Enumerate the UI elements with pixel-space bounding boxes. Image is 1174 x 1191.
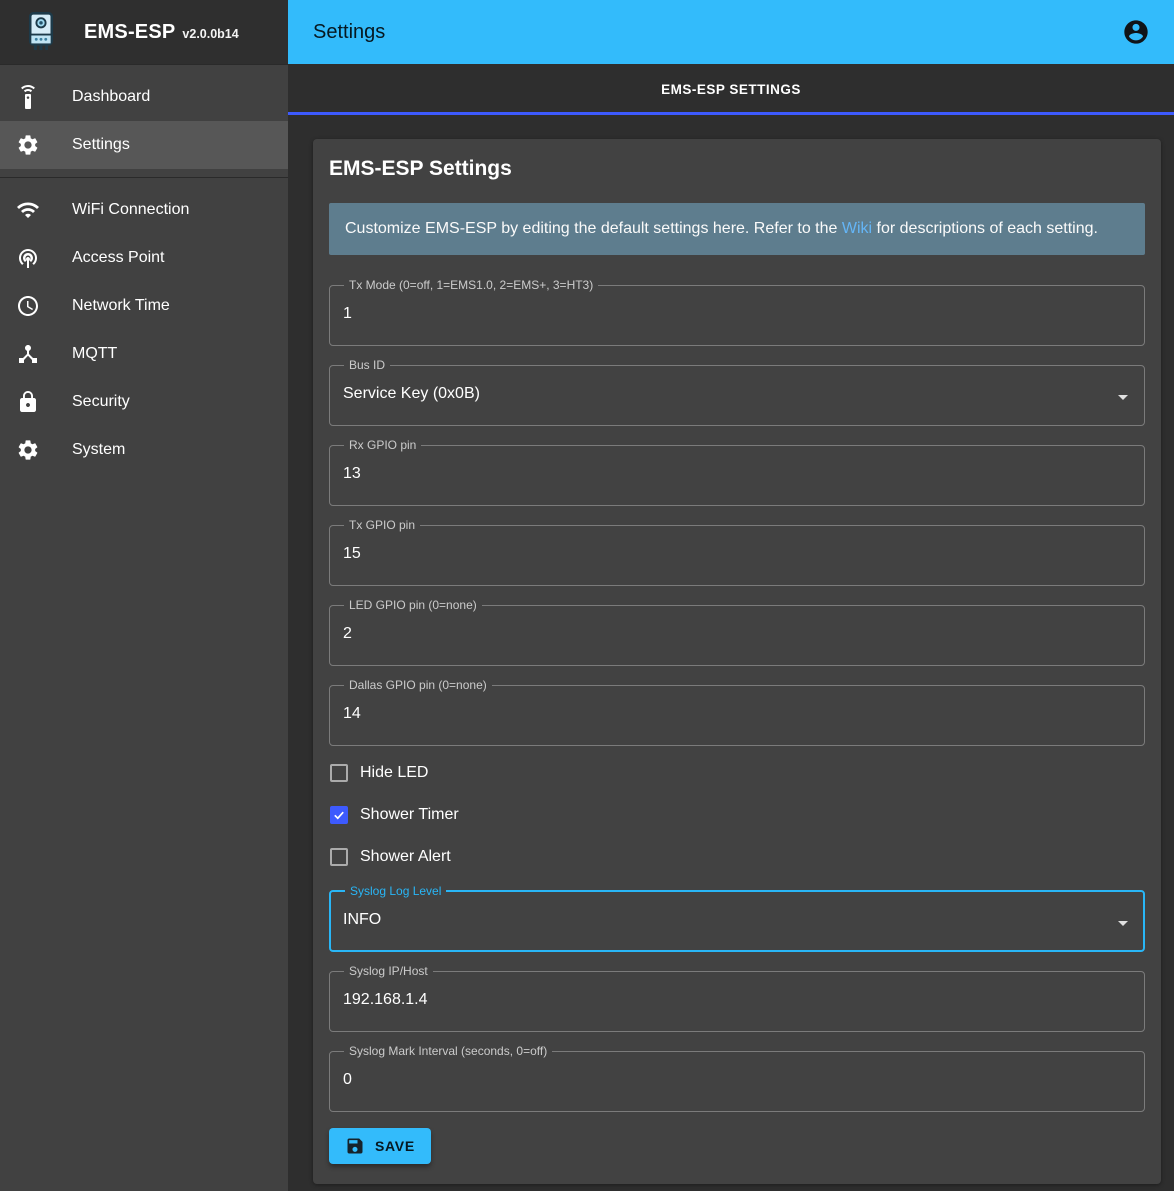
save-button[interactable]: SAVE	[329, 1128, 431, 1164]
rx-gpio-input[interactable]: 13	[343, 465, 1111, 483]
wifi-tethering-icon	[16, 246, 40, 270]
banner-text: Customize EMS-ESP by editing the default…	[345, 220, 842, 237]
field-tx-gpio: Tx GPIO pin 15	[329, 527, 1145, 586]
app-version: v2.0.0b14	[182, 27, 238, 41]
field-label: Tx Mode (0=off, 1=EMS1.0, 2=EMS+, 3=HT3)	[349, 278, 593, 292]
sidebar-item-label: Security	[72, 393, 130, 411]
sidebar-item-label: MQTT	[72, 345, 117, 363]
sidebar: EMS-ESP v2.0.0b14 Dashboard	[0, 0, 288, 1191]
brand: EMS-ESP v2.0.0b14	[84, 21, 239, 44]
shower-timer-checkbox-row[interactable]: Shower Timer	[329, 794, 1145, 836]
field-label: Dallas GPIO pin (0=none)	[349, 678, 487, 692]
field-label: Syslog Mark Interval (seconds, 0=off)	[349, 1044, 547, 1058]
sidebar-item-network-time[interactable]: Network Time	[0, 282, 288, 330]
field-bus-id: Bus ID Service Key (0x0B)	[329, 367, 1145, 426]
syslog-mark-interval-input[interactable]: 0	[343, 1071, 1111, 1089]
tx-gpio-input[interactable]: 15	[343, 545, 1111, 563]
app-root: EMS-ESP v2.0.0b14 Dashboard	[0, 0, 1174, 1191]
appbar: Settings	[288, 0, 1174, 64]
field-syslog-mark-interval: Syslog Mark Interval (seconds, 0=off) 0	[329, 1053, 1145, 1112]
main-content: Settings EMS-ESP SETTINGS EMS-ESP Settin…	[288, 0, 1174, 1191]
sidebar-item-label: Network Time	[72, 297, 170, 315]
settings-card: EMS-ESP Settings Customize EMS-ESP by ed…	[313, 139, 1161, 1184]
field-tx-mode: Tx Mode (0=off, 1=EMS1.0, 2=EMS+, 3=HT3)…	[329, 287, 1145, 346]
boiler-logo-icon	[22, 11, 60, 53]
field-label: Syslog IP/Host	[349, 964, 428, 978]
shower-alert-checkbox-row[interactable]: Shower Alert	[329, 836, 1145, 878]
sidebar-nav-network: WiFi Connection Access Point Network Tim…	[0, 178, 288, 482]
chevron-down-icon[interactable]	[1111, 385, 1135, 409]
field-label: Syslog Log Level	[350, 884, 441, 898]
bus-id-select[interactable]: Service Key (0x0B)	[343, 385, 1111, 403]
settings-remote-icon	[16, 85, 40, 109]
sidebar-header: EMS-ESP v2.0.0b14	[0, 0, 288, 64]
gear-icon	[16, 438, 40, 462]
checkbox-unchecked-icon[interactable]	[330, 848, 348, 866]
lock-icon	[16, 390, 40, 414]
app-name: EMS-ESP	[84, 21, 175, 44]
sidebar-item-label: Settings	[72, 136, 130, 154]
field-dallas-gpio: Dallas GPIO pin (0=none) 14	[329, 687, 1145, 746]
sidebar-item-mqtt[interactable]: MQTT	[0, 330, 288, 378]
wiki-link[interactable]: Wiki	[842, 220, 872, 237]
sidebar-item-label: Dashboard	[72, 88, 150, 106]
field-label: Rx GPIO pin	[349, 438, 416, 452]
wifi-icon	[16, 198, 40, 222]
field-label: Bus ID	[349, 358, 385, 372]
sidebar-item-wifi-connection[interactable]: WiFi Connection	[0, 186, 288, 234]
sidebar-item-dashboard[interactable]: Dashboard	[0, 73, 288, 121]
led-gpio-input[interactable]: 2	[343, 625, 1111, 643]
account-circle-icon	[1122, 18, 1150, 46]
syslog-ip-input[interactable]: 192.168.1.4	[343, 991, 1111, 1009]
tx-mode-input[interactable]: 1	[343, 305, 1111, 323]
page-body: EMS-ESP Settings Customize EMS-ESP by ed…	[288, 115, 1174, 1191]
info-banner: Customize EMS-ESP by editing the default…	[329, 203, 1145, 255]
dallas-gpio-input[interactable]: 14	[343, 705, 1111, 723]
sidebar-item-system[interactable]: System	[0, 426, 288, 474]
checkbox-unchecked-icon[interactable]	[330, 764, 348, 782]
checkbox-group: Hide LED Shower Timer Shower Alert	[329, 752, 1145, 878]
sidebar-item-access-point[interactable]: Access Point	[0, 234, 288, 282]
field-led-gpio: LED GPIO pin (0=none) 2	[329, 607, 1145, 666]
field-syslog-ip: Syslog IP/Host 192.168.1.4	[329, 973, 1145, 1032]
sidebar-item-label: Access Point	[72, 249, 164, 267]
field-syslog-log-level: Syslog Log Level INFO	[329, 893, 1145, 952]
syslog-log-level-select[interactable]: INFO	[343, 911, 1111, 929]
sidebar-item-security[interactable]: Security	[0, 378, 288, 426]
field-label: LED GPIO pin (0=none)	[349, 598, 477, 612]
save-button-label: SAVE	[375, 1138, 415, 1154]
hide-led-checkbox-row[interactable]: Hide LED	[329, 752, 1145, 794]
field-label: Tx GPIO pin	[349, 518, 415, 532]
sidebar-item-settings[interactable]: Settings	[0, 121, 288, 169]
checkbox-label: Shower Alert	[360, 848, 451, 866]
checkbox-label: Hide LED	[360, 764, 428, 782]
clock-icon	[16, 294, 40, 318]
device-hub-icon	[16, 342, 40, 366]
tab-ems-esp-settings[interactable]: EMS-ESP SETTINGS	[288, 66, 1174, 114]
checkbox-label: Shower Timer	[360, 806, 459, 824]
tabbar: EMS-ESP SETTINGS	[288, 64, 1174, 115]
chevron-down-icon[interactable]	[1111, 911, 1135, 935]
field-rx-gpio: Rx GPIO pin 13	[329, 447, 1145, 506]
save-icon	[345, 1136, 365, 1156]
gear-icon	[16, 133, 40, 157]
card-title: EMS-ESP Settings	[329, 155, 1145, 183]
checkbox-checked-icon[interactable]	[330, 806, 348, 824]
sidebar-nav-main: Dashboard Settings	[0, 65, 288, 177]
sidebar-item-label: System	[72, 441, 125, 459]
tab-label: EMS-ESP SETTINGS	[661, 82, 801, 97]
sidebar-item-label: WiFi Connection	[72, 201, 189, 219]
tab-indicator	[288, 112, 1174, 115]
account-button[interactable]	[1122, 18, 1150, 46]
banner-text: for descriptions of each setting.	[872, 220, 1098, 237]
page-title: Settings	[313, 21, 385, 44]
